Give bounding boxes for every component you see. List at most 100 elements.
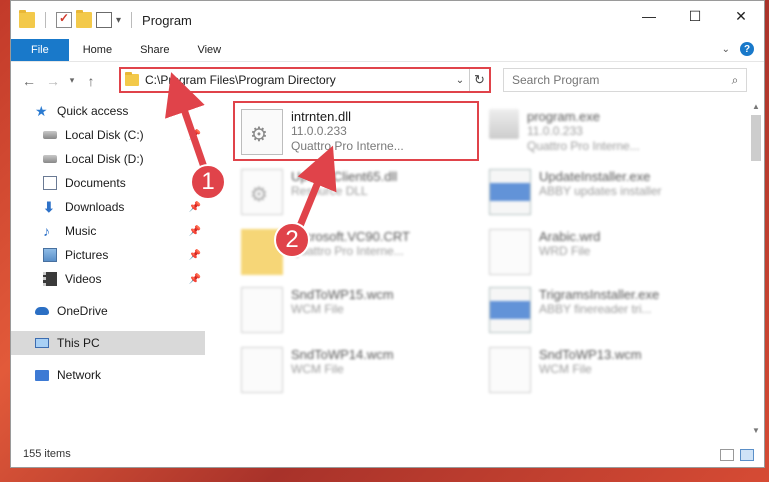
item-count: 155 items <box>23 448 71 460</box>
customize-toolbar-icon[interactable] <box>96 12 112 28</box>
address-path[interactable]: C:\Program Files\Program Directory <box>145 73 451 87</box>
sidebar-item-label: Downloads <box>65 200 125 214</box>
file-name: program.exe <box>527 109 600 124</box>
file-icon <box>489 347 531 393</box>
file-tile-program-exe[interactable]: program.exe 11.0.0.233 Quattro Pro Inter… <box>483 103 715 159</box>
quick-access-toolbar: ▾ Program <box>11 10 192 28</box>
download-arrow-icon: ⬇ <box>43 199 55 215</box>
file-tile-trigramsinstaller[interactable]: TrigramsInstaller.exe ABBY finereader tr… <box>483 281 715 337</box>
sidebar-item-this-pc[interactable]: This PC <box>11 331 205 355</box>
file-name: SndToWP13.wcm <box>539 347 642 362</box>
close-icon[interactable]: ✕ <box>718 1 764 31</box>
address-bar[interactable]: C:\Program Files\Program Directory ⌄ ↻ <box>119 67 491 93</box>
refresh-icon[interactable]: ↻ <box>469 69 489 91</box>
file-tile-updateinstaller-exe[interactable]: UpdateInstaller.exe ABBY updates install… <box>483 163 715 219</box>
file-name: UpdateClient65.dll <box>291 169 398 184</box>
sidebar-item-pictures[interactable]: Pictures 📌 <box>11 243 205 267</box>
navigation-pane: ★ Quick access Local Disk (C:) 📌 Local D… <box>11 99 205 439</box>
view-switcher <box>720 449 754 461</box>
file-name: Arabic.wrd <box>539 229 601 244</box>
file-icon <box>489 229 531 275</box>
search-icon[interactable]: ⌕ <box>724 73 746 88</box>
recent-locations-icon[interactable]: ▾ <box>65 75 79 86</box>
folder-icon <box>125 72 139 86</box>
file-name: UpdateInstaller.exe <box>539 169 651 184</box>
pin-icon: 📌 <box>188 249 201 261</box>
file-type: WCM File <box>539 362 592 376</box>
scroll-thumb[interactable] <box>751 115 761 161</box>
file-tile-sndtowp14[interactable]: SndToWP14.wcm WCM File <box>235 341 467 397</box>
sidebar-item-videos[interactable]: Videos 📌 <box>11 267 205 291</box>
up-icon[interactable]: ↑ <box>79 73 103 89</box>
navigation-bar: ← → ▾ ↑ C:\Program Files\Program Directo… <box>11 61 764 99</box>
exe-icon <box>489 109 519 139</box>
chevron-down-icon[interactable]: ▾ <box>116 15 121 26</box>
cloud-icon <box>35 307 49 315</box>
ribbon-right: ⌄ ? <box>722 42 754 56</box>
pin-icon: 📌 <box>188 201 201 213</box>
maximize-icon[interactable]: ☐ <box>672 1 718 31</box>
window-title: Program <box>142 12 192 28</box>
search-box[interactable]: ⌕ <box>503 68 747 92</box>
new-folder-icon[interactable] <box>76 10 92 28</box>
sidebar-item-local-disk-d[interactable]: Local Disk (D:) <box>11 147 205 171</box>
drive-icon <box>43 155 57 163</box>
sidebar-item-label: Local Disk (C:) <box>65 128 144 142</box>
file-tile-updateclient-dll[interactable]: UpdateClient65.dll Resource DLL <box>235 163 467 219</box>
file-type: Resource DLL <box>291 184 368 198</box>
file-tile-sndtowp13[interactable]: SndToWP13.wcm WCM File <box>483 341 715 397</box>
forward-icon[interactable]: → <box>41 73 65 89</box>
sidebar-item-music[interactable]: ♪ Music 📌 <box>11 219 205 243</box>
app-icon <box>489 169 531 215</box>
tab-share[interactable]: Share <box>126 39 183 61</box>
star-icon: ★ <box>35 103 48 119</box>
folder-icon[interactable] <box>19 10 35 28</box>
file-name: SndToWP15.wcm <box>291 287 394 302</box>
large-icons-view-icon[interactable] <box>740 449 754 461</box>
tab-file[interactable]: File <box>11 39 69 61</box>
ribbon-tabs: File Home Share View ⌄ ? <box>11 39 764 61</box>
separator <box>131 12 133 28</box>
scroll-up-icon[interactable]: ▲ <box>748 99 764 115</box>
search-input[interactable] <box>512 73 724 87</box>
separator <box>45 12 46 28</box>
file-tile-vc90-crt[interactable]: Microsoft.VC90.CRT Quattro Pro Interne..… <box>235 223 467 279</box>
properties-check-icon[interactable] <box>56 11 72 28</box>
sidebar-item-onedrive[interactable]: OneDrive <box>11 299 205 323</box>
file-name: SndToWP14.wcm <box>291 347 394 362</box>
help-icon[interactable]: ? <box>740 42 754 56</box>
music-note-icon: ♪ <box>43 223 50 239</box>
vertical-scrollbar[interactable]: ▲ ▼ <box>748 99 764 439</box>
sidebar-item-documents[interactable]: Documents <box>11 171 205 195</box>
sidebar-item-quick-access[interactable]: ★ Quick access <box>11 99 205 123</box>
app-icon <box>489 287 531 333</box>
file-tile-sndtowp15[interactable]: SndToWP15.wcm WCM File <box>235 281 467 337</box>
sidebar-item-label: This PC <box>57 336 100 350</box>
file-tile-arabic-wrd[interactable]: Arabic.wrd WRD File <box>483 223 715 279</box>
file-type: WRD File <box>539 244 591 258</box>
file-description: ABBY finereader tri... <box>539 302 652 316</box>
tab-view[interactable]: View <box>183 39 235 61</box>
minimize-icon[interactable]: — <box>626 1 672 31</box>
scroll-down-icon[interactable]: ▼ <box>748 423 764 439</box>
expand-ribbon-icon[interactable]: ⌄ <box>722 44 730 55</box>
sidebar-item-local-disk-c[interactable]: Local Disk (C:) 📌 <box>11 123 205 147</box>
pin-icon: 📌 <box>188 129 201 141</box>
tab-home[interactable]: Home <box>69 39 126 61</box>
back-icon[interactable]: ← <box>17 73 41 89</box>
file-icon <box>241 287 283 333</box>
file-version: 11.0.0.233 <box>527 124 583 138</box>
chevron-down-icon[interactable]: ⌄ <box>451 75 469 86</box>
details-view-icon[interactable] <box>720 449 734 461</box>
file-type: WCM File <box>291 302 344 316</box>
computer-icon <box>35 338 49 348</box>
highlight-box-selected-file <box>233 101 479 161</box>
sidebar-item-label: Music <box>65 224 97 238</box>
sidebar-item-network[interactable]: Network <box>11 363 205 387</box>
pin-icon: 📌 <box>188 225 201 237</box>
sidebar-item-label: Documents <box>65 176 126 190</box>
sidebar-item-downloads[interactable]: ⬇ Downloads 📌 <box>11 195 205 219</box>
step-badge-1: 1 <box>190 164 226 200</box>
